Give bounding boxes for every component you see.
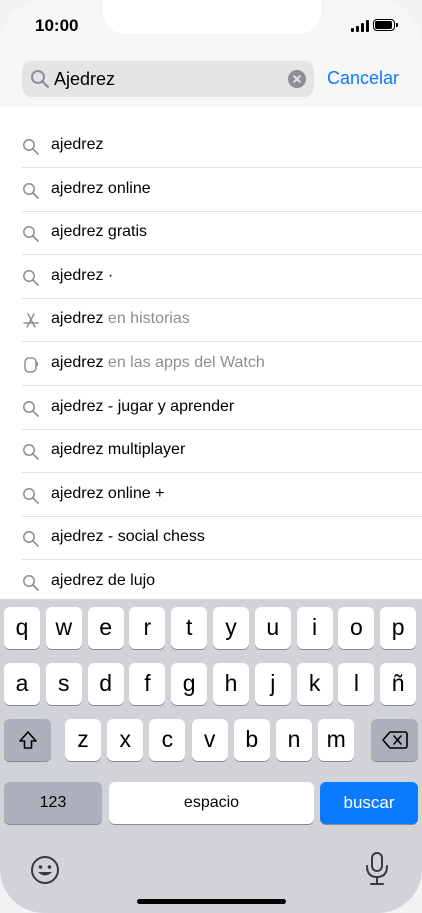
key-n[interactable]: n: [276, 719, 312, 761]
key-a[interactable]: a: [4, 663, 40, 705]
key-e[interactable]: e: [87, 607, 124, 649]
key-ñ[interactable]: ñ: [380, 663, 417, 705]
suggestion-text: ajedrez ·: [51, 267, 113, 285]
key-q[interactable]: q: [4, 607, 40, 649]
key-v[interactable]: v: [191, 719, 228, 761]
suggestion-text: ajedrez online +: [51, 485, 164, 503]
key-m[interactable]: m: [318, 719, 355, 761]
suggestion-query: ajedrez: [51, 354, 104, 371]
delete-icon: [381, 731, 408, 749]
suggestion-row[interactable]: ajedrez en historias: [0, 298, 422, 343]
key-s[interactable]: s: [45, 663, 82, 705]
status-time: 10:00: [35, 16, 79, 35]
suggestion-query: ajedrez multiplayer: [51, 441, 186, 459]
suggestion-text: ajedrez - jugar y aprender: [51, 398, 234, 416]
suggestion-row[interactable]: ajedrez - social chess: [0, 516, 422, 561]
suggestion-row[interactable]: ajedrez multiplayer: [0, 429, 422, 474]
battery-icon: [373, 19, 398, 31]
search-key[interactable]: buscar: [320, 782, 418, 824]
suggestion-query: ajedrez - jugar y aprender: [51, 397, 235, 415]
emoji-icon[interactable]: [29, 854, 61, 886]
key-o[interactable]: o: [338, 607, 375, 649]
key-w[interactable]: w: [45, 607, 82, 649]
suggestion-row[interactable]: ajedrez de lujo: [0, 560, 422, 604]
key-j[interactable]: j: [254, 663, 291, 705]
key-t[interactable]: t: [171, 607, 208, 649]
suggestion-text: ajedrez: [51, 136, 103, 154]
suggestion-text: ajedrez de lujo: [51, 572, 155, 590]
suggestions-list: ajedrez ajedrez online ajedrez gratis ajedr…: [0, 124, 422, 599]
suggestion-text: ajedrez online: [51, 180, 151, 198]
suggestion-text: ajedrez gratis: [51, 223, 147, 241]
cancel-button[interactable]: Cancelar: [327, 68, 399, 89]
suggestion-row[interactable]: ajedrez online +: [0, 473, 422, 517]
key-u[interactable]: u: [254, 607, 291, 649]
suggestion-text: ajedrez multiplayer: [51, 441, 185, 459]
suggestion-row[interactable]: ajedrez: [0, 124, 422, 168]
suggestion-row[interactable]: ajedrez gratis: [0, 211, 422, 256]
suggestion-query: ajedrez online: [51, 179, 151, 197]
suggestion-text: ajedrez en las apps del Watch: [51, 354, 265, 372]
home-indicator[interactable]: [137, 899, 286, 904]
suggestion-row[interactable]: ajedrez en las apps del Watch: [0, 342, 422, 386]
suggestion-query: ajedrez gratis: [51, 223, 148, 241]
search-icon: [22, 269, 40, 287]
search-icon: [22, 182, 40, 200]
list-top-spacer: [0, 107, 422, 124]
suggestion-text: ajedrez en historias: [51, 310, 190, 328]
search-header: Cancelar: [0, 55, 422, 108]
watch-icon: [22, 356, 40, 374]
shift-key[interactable]: [4, 719, 51, 761]
clear-icon[interactable]: [288, 70, 306, 88]
key-l[interactable]: l: [338, 663, 375, 705]
suggestion-row[interactable]: ajedrez online: [0, 168, 422, 212]
suggestion-row[interactable]: ajedrez - jugar y aprender: [0, 386, 422, 430]
key-p[interactable]: p: [380, 607, 417, 649]
microphone-icon[interactable]: [363, 851, 391, 887]
suggestion-query: ajedrez ·: [51, 266, 114, 284]
suggestion-context: en historias: [103, 310, 190, 328]
suggestion-query: ajedrez de lujo: [51, 572, 156, 589]
status-bar: 10:00: [0, 0, 422, 55]
keyboard: q w e r t y u i o p a s d f g h j k l ñ z x c v b n m 123 espacio bus…: [0, 599, 422, 913]
suggestion-query: ajedrez online +: [51, 484, 165, 502]
key-c[interactable]: c: [149, 719, 186, 761]
search-icon: [22, 225, 40, 243]
key-g[interactable]: g: [171, 663, 208, 705]
key-r[interactable]: r: [129, 607, 166, 649]
search-icon: [30, 69, 50, 94]
suggestion-text: ajedrez - social chess: [51, 528, 205, 546]
key-z[interactable]: z: [65, 719, 101, 761]
suggestion-query: ajedrez: [51, 310, 104, 328]
notch: [103, 0, 321, 34]
key-b[interactable]: b: [233, 719, 270, 761]
search-input[interactable]: [54, 67, 284, 91]
key-h[interactable]: h: [213, 663, 249, 705]
key-x[interactable]: x: [107, 719, 144, 761]
key-d[interactable]: d: [87, 663, 124, 705]
app-store-icon: [22, 312, 40, 330]
delete-key[interactable]: [371, 719, 418, 761]
key-y[interactable]: y: [213, 607, 249, 649]
search-icon: [22, 443, 40, 461]
key-k[interactable]: k: [296, 663, 333, 705]
suggestion-query: ajedrez: [51, 136, 104, 153]
search-icon: [22, 487, 40, 505]
search-icon: [22, 400, 40, 418]
key-f[interactable]: f: [129, 663, 166, 705]
search-icon: [22, 574, 40, 592]
search-field[interactable]: [22, 61, 314, 97]
signal-icon: [351, 20, 369, 32]
suggestion-row[interactable]: ajedrez ·: [0, 255, 422, 299]
search-icon: [22, 530, 40, 548]
suggestion-context: en las apps del Watch: [103, 354, 265, 371]
suggestion-query: ajedrez - social chess: [51, 528, 205, 546]
key-i[interactable]: i: [296, 607, 333, 649]
phone-screen: 10:00 Cancelar ajedrezajedrez onlineajed…: [0, 0, 422, 913]
numbers-key[interactable]: 123: [4, 782, 102, 824]
search-icon: [22, 138, 40, 156]
shift-icon: [18, 731, 37, 749]
space-key[interactable]: espacio: [109, 782, 314, 824]
